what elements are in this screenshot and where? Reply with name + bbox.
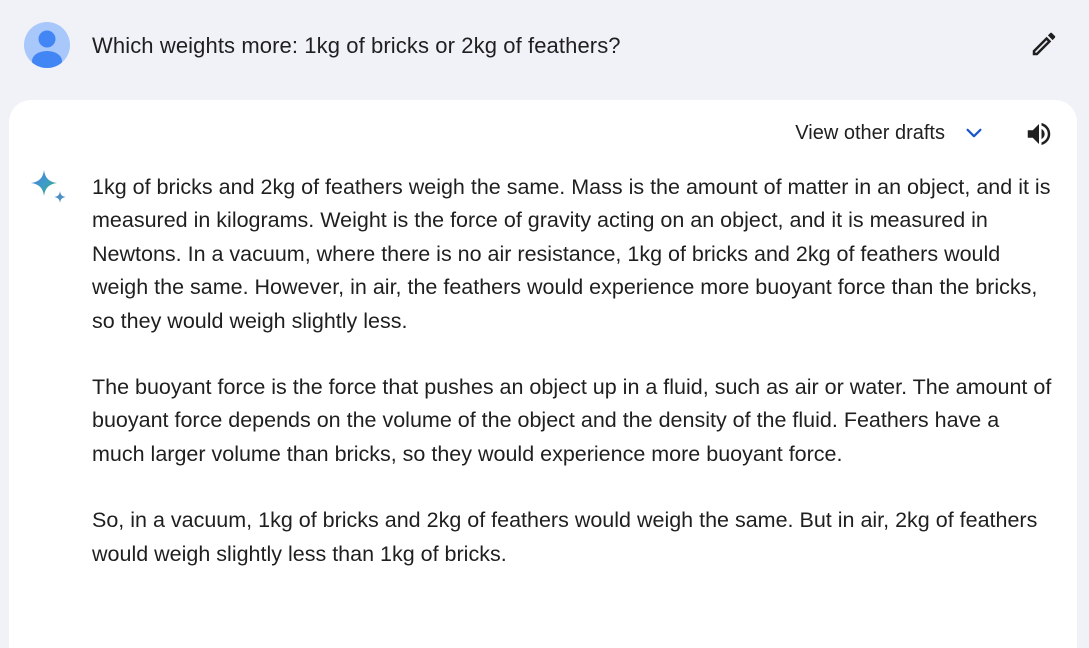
user-avatar-icon [24, 22, 70, 68]
view-other-drafts-label: View other drafts [795, 122, 945, 144]
user-prompt-row: Which weights more: 1kg of bricks or 2kg… [0, 0, 1089, 96]
view-other-drafts-button[interactable]: View other drafts [795, 118, 985, 148]
edit-prompt-button[interactable] [1026, 26, 1062, 62]
speaker-icon [1027, 123, 1051, 145]
user-prompt-text: Which weights more: 1kg of bricks or 2kg… [92, 33, 621, 58]
chevron-down-icon [966, 128, 982, 138]
response-card: View other drafts 1kg of bricks and 2kg … [9, 100, 1077, 648]
response-paragraph-3: So, in a vacuum, 1kg of bricks and 2kg o… [92, 508, 1038, 566]
pencil-icon [1032, 32, 1056, 56]
response-paragraph-1: 1kg of bricks and 2kg of feathers weigh … [92, 175, 1051, 333]
response-paragraph-2: The buoyant force is the force that push… [92, 375, 1052, 466]
read-aloud-button[interactable] [1023, 118, 1055, 150]
response-text: 1kg of bricks and 2kg of feathers weigh … [92, 171, 1052, 604]
chat-page: Which weights more: 1kg of bricks or 2kg… [0, 0, 1089, 648]
sparkle-icon [31, 170, 66, 203]
